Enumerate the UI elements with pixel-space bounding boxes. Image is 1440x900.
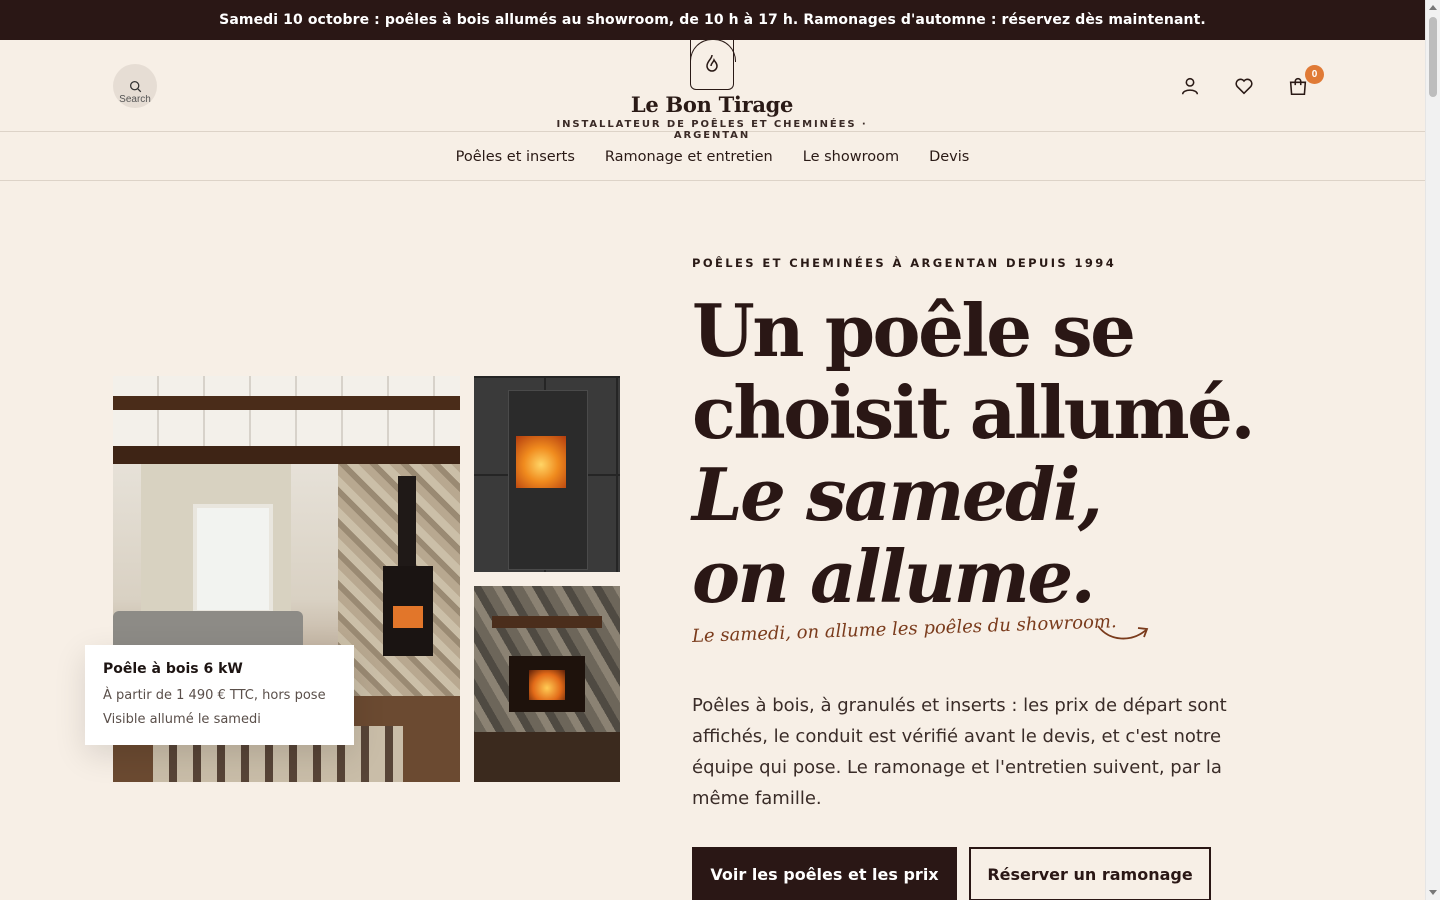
curved-arrow-icon <box>1097 625 1149 640</box>
account-icon <box>1181 77 1199 95</box>
announcement-text: Samedi 10 octobre : poêles à bois allumé… <box>219 12 1206 28</box>
account-button[interactable] <box>1176 72 1204 100</box>
product-note: Visible allumé le samedi <box>103 712 261 727</box>
product-title: Poêle à bois 6 kW <box>103 661 243 677</box>
nav-item-devis[interactable]: Devis <box>929 149 969 165</box>
announcement-bar: Samedi 10 octobre : poêles à bois allumé… <box>0 0 1425 40</box>
product-price: À partir de 1 490 € TTC, hors pose <box>103 688 326 703</box>
wishlist-button[interactable] <box>1230 72 1258 100</box>
hero-headline: Un poêle se choisit allumé. Le samedi, o… <box>692 290 1312 618</box>
headline-line-2: choisit allumé. <box>692 370 1256 455</box>
logo-emblem <box>689 39 736 90</box>
pellet-stove-photo <box>474 376 620 572</box>
headline-italic-2: on allume. <box>692 534 1096 619</box>
hero-eyebrow: POÊLES ET CHEMINÉES À ARGENTAN DEPUIS 19… <box>692 256 1117 270</box>
nav-item-ramonage[interactable]: Ramonage et entretien <box>605 149 773 165</box>
search-button[interactable]: Search <box>113 64 157 108</box>
page-scrollbar[interactable] <box>1425 0 1440 900</box>
header-actions: 0 <box>1176 65 1324 100</box>
site-header: Search Le Bon Tirage INSTALLATEUR DE POÊ… <box>0 39 1425 141</box>
headline-italic-1: Le samedi, <box>692 452 1103 537</box>
headline-line-1: Un poêle se <box>692 288 1136 373</box>
brand-name: Le Bon Tirage <box>630 92 794 117</box>
book-sweeping-button[interactable]: Réserver un ramonage <box>969 847 1211 900</box>
hero-lead: Poêles à bois, à granulés et inserts : l… <box>692 695 1227 809</box>
hero-section: POÊLES ET CHEMINÉES À ARGENTAN DEPUIS 19… <box>692 256 1312 900</box>
heart-icon <box>1235 78 1253 95</box>
flame-icon <box>706 54 718 72</box>
search-label: Search <box>119 94 151 103</box>
fireplace-photo <box>474 586 620 782</box>
main-nav: Poêles et inserts Ramonage et entretien … <box>0 133 1425 181</box>
brand-logo[interactable]: Le Bon Tirage INSTALLATEUR DE POÊLES ET … <box>530 39 894 141</box>
search-icon <box>129 80 141 92</box>
product-card[interactable]: Poêle à bois 6 kW À partir de 1 490 € TT… <box>85 645 354 745</box>
view-stoves-button[interactable]: Voir les poêles et les prix <box>692 847 957 900</box>
cart-button[interactable]: 0 <box>1284 65 1324 100</box>
cart-count-badge: 0 <box>1305 65 1324 84</box>
nav-item-poeles[interactable]: Poêles et inserts <box>456 149 575 165</box>
nav-item-showroom[interactable]: Le showroom <box>803 149 899 165</box>
